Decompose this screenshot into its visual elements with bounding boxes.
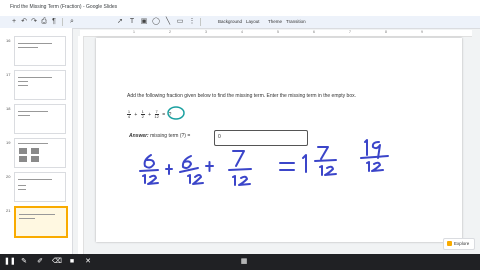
ink-stroke <box>147 174 159 185</box>
pen-icon[interactable]: ✎ <box>20 258 28 266</box>
explore-button[interactable]: Explore <box>443 238 475 250</box>
close-icon[interactable]: ✕ <box>84 258 92 266</box>
ink-stroke <box>319 165 323 176</box>
ink-stroke <box>366 161 370 172</box>
eraser-icon[interactable]: ⌫ <box>52 258 62 266</box>
ink-stroke <box>324 165 337 176</box>
ink-stroke <box>179 167 199 173</box>
explore-icon <box>447 241 452 246</box>
ink-stroke <box>302 154 307 173</box>
ink-stroke <box>139 169 159 172</box>
ink-stroke <box>314 159 337 162</box>
ink-stroke <box>142 174 146 184</box>
explore-label: Explore <box>454 241 470 246</box>
ink-stroke <box>317 146 329 160</box>
pen-annotations <box>139 106 389 186</box>
ink-stroke <box>238 175 251 186</box>
slides-app: Find the Missing Term (Fraction) - Googl… <box>0 0 480 270</box>
pause-icon[interactable]: ❚❚ <box>4 258 16 266</box>
ink-stroke <box>360 155 389 159</box>
ink-stroke <box>232 175 236 186</box>
ink-stroke <box>371 141 381 159</box>
ink-stroke <box>371 161 384 172</box>
camera-icon[interactable]: ■ <box>68 258 76 266</box>
ink-stroke <box>228 168 252 171</box>
ink-circle <box>167 106 185 120</box>
ink-stroke <box>192 174 204 185</box>
ink-stroke <box>181 155 192 169</box>
ink-stroke <box>187 174 191 184</box>
ink-stroke <box>232 150 245 167</box>
ink-stroke <box>364 139 368 156</box>
ink-stroke <box>143 154 155 169</box>
highlighter-icon[interactable]: ✐ <box>36 258 44 266</box>
grid-view-icon[interactable]: ▦ <box>240 258 248 266</box>
